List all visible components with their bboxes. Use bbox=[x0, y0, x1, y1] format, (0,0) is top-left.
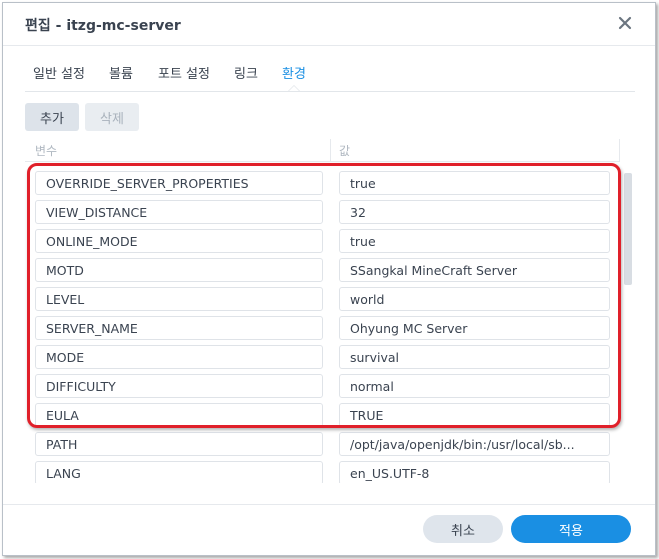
column-divider bbox=[330, 139, 331, 161]
tab-environment[interactable]: 환경 bbox=[282, 63, 306, 82]
value-field[interactable]: normal bbox=[339, 374, 610, 398]
scrollbar-thumb[interactable] bbox=[624, 173, 632, 285]
table-row: PATH /opt/java/openjdk/bin:/usr/local/sb… bbox=[25, 430, 620, 459]
column-header-value: 값 bbox=[339, 144, 351, 158]
apply-button[interactable]: 적용 bbox=[511, 515, 631, 543]
tab-link[interactable]: 링크 bbox=[234, 63, 258, 82]
tab-volume[interactable]: 볼륨 bbox=[109, 63, 133, 82]
value-field[interactable]: SSangkal MineCraft Server bbox=[339, 258, 610, 282]
variable-field[interactable]: DIFFICULTY bbox=[35, 374, 323, 398]
tab-port[interactable]: 포트 설정 bbox=[158, 63, 210, 82]
table-row: EULA TRUE bbox=[25, 401, 620, 430]
variable-field[interactable]: ONLINE_MODE bbox=[35, 229, 323, 253]
table-row: SERVER_NAME Ohyung MC Server bbox=[25, 314, 620, 343]
variable-field[interactable]: PATH bbox=[35, 432, 323, 456]
column-header-variable: 변수 bbox=[35, 144, 58, 158]
value-field[interactable]: Ohyung MC Server bbox=[339, 316, 610, 340]
value-field[interactable]: 32 bbox=[339, 200, 610, 224]
value-field[interactable]: true bbox=[339, 229, 610, 253]
delete-button[interactable]: 삭제 bbox=[85, 103, 139, 131]
table-row: LANG en_US.UTF-8 bbox=[25, 459, 620, 483]
variable-field[interactable]: MODE bbox=[35, 345, 323, 369]
tab-general[interactable]: 일반 설정 bbox=[33, 63, 85, 82]
table-row: MOTD SSangkal MineCraft Server bbox=[25, 256, 620, 285]
edit-dialog: 편집 - itzg-mc-server 일반 설정 볼륨 포트 설정 링크 환경… bbox=[2, 2, 656, 556]
table-row: OVERRIDE_SERVER_PROPERTIES true bbox=[25, 169, 620, 198]
column-divider bbox=[619, 139, 620, 161]
variable-field[interactable]: EULA bbox=[35, 403, 323, 427]
dialog-title: 편집 - itzg-mc-server bbox=[25, 18, 181, 34]
cancel-button[interactable]: 취소 bbox=[423, 515, 503, 543]
value-field[interactable]: TRUE bbox=[339, 403, 610, 427]
variable-field[interactable]: MOTD bbox=[35, 258, 323, 282]
active-tab-indicator bbox=[288, 85, 300, 91]
variable-field[interactable]: LANG bbox=[35, 461, 323, 483]
value-field[interactable]: world bbox=[339, 287, 610, 311]
value-field[interactable]: /opt/java/openjdk/bin:/usr/local/sb... bbox=[339, 432, 610, 456]
env-table: 변수 값 OVERRIDE_SERVER_PROPERTIES true VIE… bbox=[25, 139, 636, 483]
table-row: VIEW_DISTANCE 32 bbox=[25, 198, 620, 227]
table-row: ONLINE_MODE true bbox=[25, 227, 620, 256]
variable-field[interactable]: VIEW_DISTANCE bbox=[35, 200, 323, 224]
tab-bar: 일반 설정 볼륨 포트 설정 링크 환경 bbox=[25, 55, 635, 92]
variable-field[interactable]: OVERRIDE_SERVER_PROPERTIES bbox=[35, 171, 323, 195]
variable-field[interactable]: LEVEL bbox=[35, 287, 323, 311]
dialog-footer: 취소 적용 bbox=[3, 504, 655, 555]
table-row: MODE survival bbox=[25, 343, 620, 372]
table-header: 변수 값 bbox=[25, 139, 620, 162]
variable-field[interactable]: SERVER_NAME bbox=[35, 316, 323, 340]
table-row: LEVEL world bbox=[25, 285, 620, 314]
close-icon[interactable] bbox=[615, 13, 635, 33]
add-button[interactable]: 추가 bbox=[25, 103, 79, 131]
table-row: DIFFICULTY normal bbox=[25, 372, 620, 401]
dialog-titlebar: 편집 - itzg-mc-server bbox=[3, 3, 655, 46]
value-field[interactable]: true bbox=[339, 171, 610, 195]
value-field[interactable]: en_US.UTF-8 bbox=[339, 461, 610, 483]
value-field[interactable]: survival bbox=[339, 345, 610, 369]
